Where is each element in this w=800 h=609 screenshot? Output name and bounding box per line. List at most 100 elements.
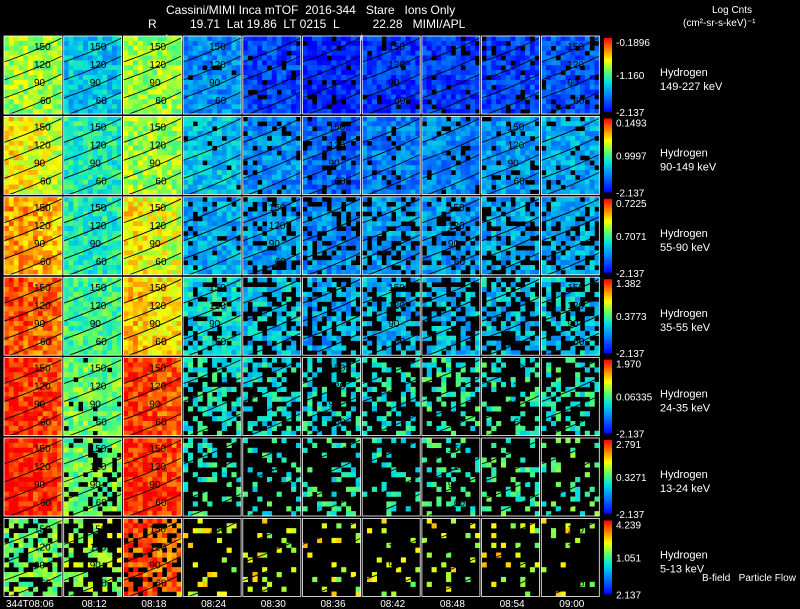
contour-label: 60 — [573, 96, 585, 107]
inca-stare-plot: Cassini/MIMI Inca mTOF 2016-344 Stare Io… — [0, 0, 800, 609]
panel — [242, 518, 301, 599]
contour-label: 120 — [567, 301, 584, 312]
energy-label: 24-35 keV — [660, 403, 711, 415]
panel — [541, 438, 600, 519]
panel: 150 120 90 60 — [481, 357, 540, 439]
contour-label: 120 — [388, 542, 405, 553]
contour-label: 120 — [34, 301, 51, 312]
contour-label: 60 — [40, 418, 52, 429]
contour-label: 150 — [329, 122, 346, 133]
panel — [242, 36, 302, 117]
colorbar-min-label: -2.137 — [616, 188, 645, 199]
panel — [302, 519, 361, 599]
time-label: 08:54 — [500, 599, 525, 609]
contour-label: 90 — [149, 480, 161, 491]
contour-label: 150 — [149, 42, 166, 53]
contour-label: 150 — [90, 444, 107, 455]
colorbar — [604, 198, 612, 273]
contour-label: 150 — [567, 524, 584, 535]
time-label: 09:00 — [559, 599, 584, 609]
time-label: 08:18 — [141, 599, 166, 609]
contour-label: 150 — [90, 122, 107, 133]
contour-label: 90 — [90, 400, 102, 411]
colorbar — [604, 520, 612, 595]
energy-label: 13-24 keV — [660, 483, 711, 495]
contour-label: 150 — [149, 444, 166, 455]
heatmap-grid: 150 120 90 60 150 120 90 60 150 120 90 60 150 120 90 60… — [3, 35, 723, 609]
contour-label: 150 — [149, 122, 166, 133]
colorbar — [604, 440, 612, 514]
panel — [362, 196, 421, 278]
contour-label: 150 — [149, 283, 166, 294]
contour-label: 60 — [275, 257, 287, 268]
contour-label: 120 — [448, 462, 465, 473]
contour-label: 90 — [567, 560, 579, 571]
contour-label: 60 — [40, 96, 52, 107]
panel: 150 120 90 60 — [3, 277, 63, 358]
contour-label: 60 — [394, 337, 406, 348]
contour-label: 90 — [209, 78, 221, 89]
panel: 150 120 90 60 — [541, 36, 600, 117]
contour-label: 120 — [149, 301, 166, 312]
colorbar-max-label: -0.1896 — [616, 38, 650, 49]
contour-label: 120 — [90, 301, 107, 312]
contour-label: 120 — [149, 60, 166, 71]
contour-label: 150 — [34, 42, 51, 53]
contour-label: 150 — [388, 524, 405, 535]
colorbar — [604, 359, 612, 434]
contour-label: 120 — [329, 382, 346, 393]
panel: 150 120 90 60 — [63, 116, 122, 197]
contour-label: 120 — [90, 60, 107, 71]
panel — [182, 116, 242, 197]
colorbar — [604, 279, 612, 354]
contour-label: 90 — [567, 319, 579, 330]
panel: 150 120 90 60 — [421, 196, 481, 278]
species-label: Hydrogen — [660, 147, 708, 159]
energy-label: 55-90 keV — [660, 242, 711, 254]
contour-label: 120 — [34, 60, 51, 71]
contour-label: 60 — [454, 257, 466, 268]
panel — [302, 438, 361, 519]
contour-label: 60 — [514, 418, 526, 429]
contour-label: 90 — [34, 78, 46, 89]
contour-label: 60 — [394, 578, 406, 589]
contour-label: 90 — [448, 239, 460, 250]
time-label: 08:42 — [380, 599, 405, 609]
colorbar-min-label: -2.137 — [616, 108, 645, 119]
contour-label: 90 — [34, 239, 46, 250]
energy-label: 90-149 keV — [660, 161, 717, 173]
contour-label: 120 — [149, 140, 166, 151]
contour-label: 120 — [149, 382, 166, 393]
panel: 150 120 90 60 — [3, 438, 63, 519]
contour-label: 120 — [149, 462, 166, 473]
contour-label: 150 — [269, 203, 286, 214]
contour-label: 90 — [269, 480, 281, 491]
panel: 150 120 90 60 — [63, 518, 122, 599]
contour-label: 60 — [573, 578, 585, 589]
species-label: Hydrogen — [660, 549, 708, 561]
contour-label: 120 — [90, 542, 107, 553]
contour-label: 60 — [215, 96, 227, 107]
panel — [302, 277, 361, 358]
contour-label: 150 — [34, 283, 51, 294]
contour-label: 150 — [90, 524, 107, 535]
panel: 150 120 90 60 — [3, 196, 63, 278]
panel: 150 120 90 60 — [421, 438, 481, 519]
contour-label: 150 — [90, 364, 107, 375]
contour-label: 60 — [96, 337, 108, 348]
contour-label: 150 — [329, 364, 346, 375]
contour-label: 150 — [567, 283, 584, 294]
colorbar-mid-label: 0.9997 — [616, 151, 647, 162]
contour-label: 150 — [448, 203, 465, 214]
contour-label: 120 — [90, 221, 107, 232]
panel — [362, 438, 421, 519]
panel — [421, 116, 481, 197]
contour-label: 90 — [149, 78, 161, 89]
contour-label: 60 — [335, 176, 347, 187]
contour-label: 60 — [335, 418, 347, 429]
contour-label: 150 — [209, 283, 226, 294]
species-label: Hydrogen — [660, 67, 708, 79]
panel: 150 120 90 60 — [123, 196, 182, 278]
contour-label: 60 — [40, 176, 52, 187]
contour-label: 90 — [329, 400, 341, 411]
